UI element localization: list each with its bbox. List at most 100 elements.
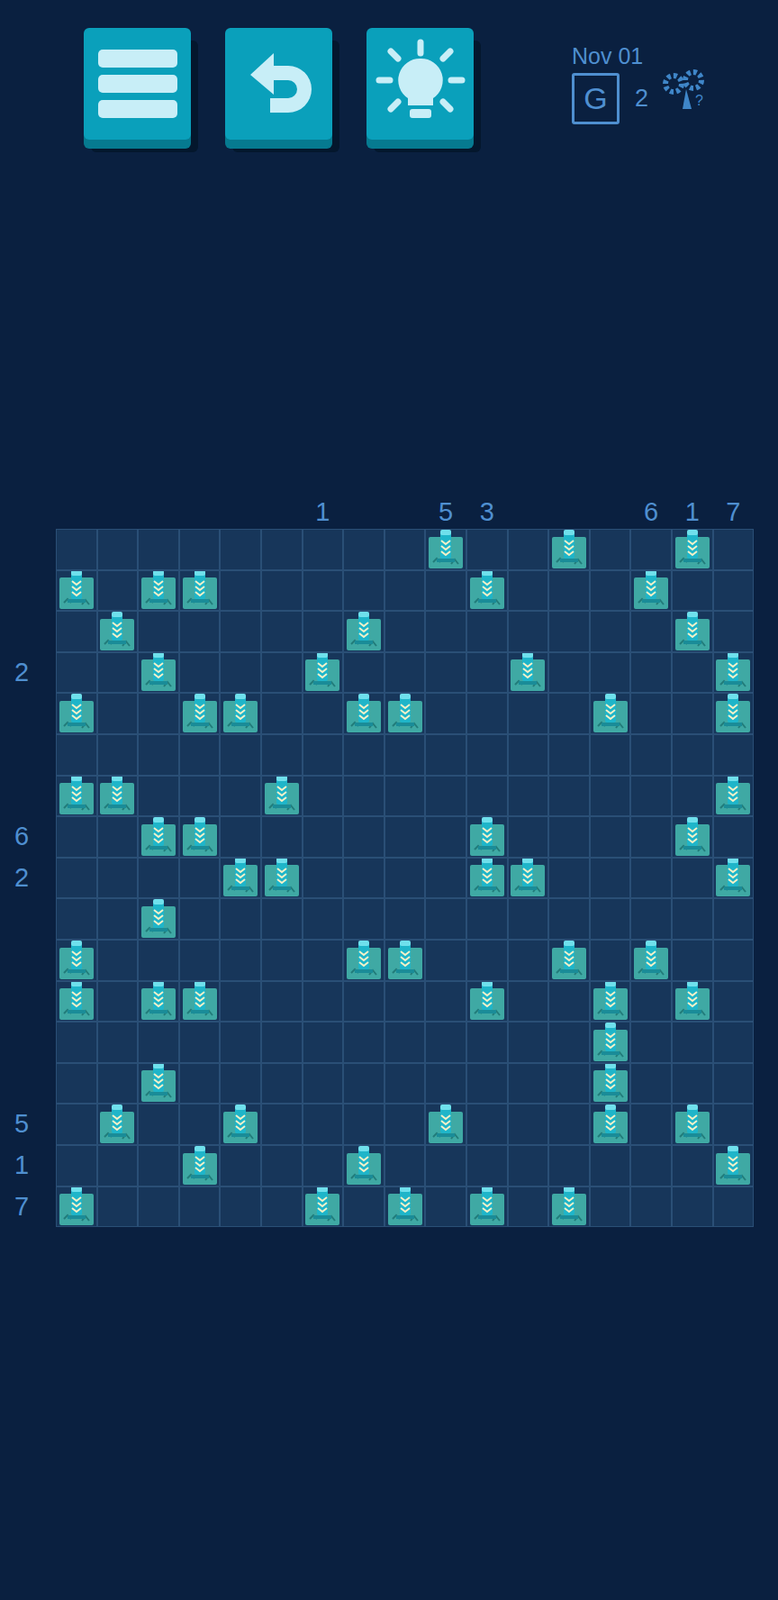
board-cell[interactable] (137, 1103, 180, 1145)
board-cell[interactable] (671, 692, 714, 734)
board-cell[interactable] (466, 815, 508, 858)
board-cell[interactable] (589, 651, 632, 694)
board-cell[interactable] (137, 1062, 180, 1104)
board-cell[interactable] (548, 610, 590, 652)
board-cell[interactable] (343, 775, 385, 817)
board-cell[interactable] (179, 569, 221, 612)
board-cell[interactable] (343, 1103, 385, 1145)
board-cell[interactable] (671, 939, 714, 981)
board-cell[interactable] (671, 528, 714, 570)
board-cell[interactable] (97, 897, 139, 940)
board-cell[interactable] (137, 1144, 180, 1186)
board-cell[interactable] (507, 939, 550, 981)
board-cell[interactable] (548, 692, 590, 734)
board-cell[interactable] (548, 815, 590, 858)
board-cell[interactable] (589, 528, 632, 570)
board-cell[interactable] (548, 569, 590, 612)
board-cell[interactable] (425, 939, 467, 981)
board-cell[interactable] (219, 1185, 262, 1228)
board-cell[interactable] (302, 692, 344, 734)
board-cell[interactable] (55, 692, 98, 734)
board-cell[interactable] (671, 1144, 714, 1186)
board-cell[interactable] (630, 733, 672, 776)
board-cell[interactable] (630, 1103, 672, 1145)
board-cell[interactable] (630, 897, 672, 940)
board-cell[interactable] (466, 857, 508, 899)
board-cell[interactable] (343, 897, 385, 940)
board-cell[interactable] (713, 651, 755, 694)
board-cell[interactable] (630, 692, 672, 734)
board-cell[interactable] (55, 980, 98, 1023)
board-cell[interactable] (302, 610, 344, 652)
board-cell[interactable] (302, 733, 344, 776)
board-cell[interactable] (137, 692, 180, 734)
board-cell[interactable] (137, 857, 180, 899)
board-cell[interactable] (219, 651, 262, 694)
board-cell[interactable] (384, 857, 426, 899)
board-cell[interactable] (179, 1021, 221, 1063)
board-cell[interactable] (425, 1062, 467, 1104)
board-cell[interactable] (425, 1021, 467, 1063)
board-cell[interactable] (713, 939, 755, 981)
board-cell[interactable] (179, 733, 221, 776)
board-cell[interactable] (671, 980, 714, 1023)
board-cell[interactable] (302, 528, 344, 570)
board-cell[interactable] (507, 1144, 550, 1186)
board-cell[interactable] (302, 857, 344, 899)
board-cell[interactable] (466, 528, 508, 570)
board-cell[interactable] (343, 815, 385, 858)
board-cell[interactable] (507, 857, 550, 899)
board-cell[interactable] (97, 939, 139, 981)
board-cell[interactable] (713, 897, 755, 940)
board-cell[interactable] (466, 939, 508, 981)
board-cell[interactable] (137, 815, 180, 858)
board-cell[interactable] (589, 1103, 632, 1145)
board-cell[interactable] (548, 733, 590, 776)
board-cell[interactable] (507, 775, 550, 817)
board-cell[interactable] (548, 1021, 590, 1063)
board-cell[interactable] (261, 651, 303, 694)
undo-button[interactable] (225, 27, 333, 140)
board-cell[interactable] (55, 651, 98, 694)
board-cell[interactable] (179, 528, 221, 570)
board-cell[interactable] (137, 1021, 180, 1063)
board-cell[interactable] (343, 1144, 385, 1186)
board-cell[interactable] (97, 528, 139, 570)
board-cell[interactable] (425, 733, 467, 776)
board-cell[interactable] (97, 1062, 139, 1104)
board-cell[interactable] (630, 528, 672, 570)
board-cell[interactable] (302, 1021, 344, 1063)
board-cell[interactable] (671, 1185, 714, 1228)
board-cell[interactable] (97, 610, 139, 652)
board-cell[interactable] (548, 1185, 590, 1228)
board-cell[interactable] (466, 775, 508, 817)
board-cell[interactable] (507, 692, 550, 734)
board-cell[interactable] (179, 815, 221, 858)
board-cell[interactable] (507, 897, 550, 940)
board-cell[interactable] (425, 610, 467, 652)
board-cell[interactable] (671, 610, 714, 652)
board-cell[interactable] (589, 857, 632, 899)
board-cell[interactable] (507, 651, 550, 694)
board-cell[interactable] (343, 610, 385, 652)
board-cell[interactable] (302, 897, 344, 940)
board-cell[interactable] (97, 692, 139, 734)
board-cell[interactable] (466, 569, 508, 612)
board-cell[interactable] (55, 528, 98, 570)
board-cell[interactable] (589, 1144, 632, 1186)
board-cell[interactable] (713, 733, 755, 776)
board-cell[interactable] (179, 1144, 221, 1186)
board-cell[interactable] (179, 1103, 221, 1145)
board-cell[interactable] (219, 939, 262, 981)
board-cell[interactable] (384, 897, 426, 940)
board-cell[interactable] (137, 980, 180, 1023)
board-cell[interactable] (261, 610, 303, 652)
board-cell[interactable] (630, 857, 672, 899)
board-cell[interactable] (55, 1144, 98, 1186)
board-cell[interactable] (97, 651, 139, 694)
board-cell[interactable] (302, 1062, 344, 1104)
board-cell[interactable] (302, 1103, 344, 1145)
board-cell[interactable] (384, 610, 426, 652)
board-cell[interactable] (589, 1185, 632, 1228)
board-cell[interactable] (219, 857, 262, 899)
